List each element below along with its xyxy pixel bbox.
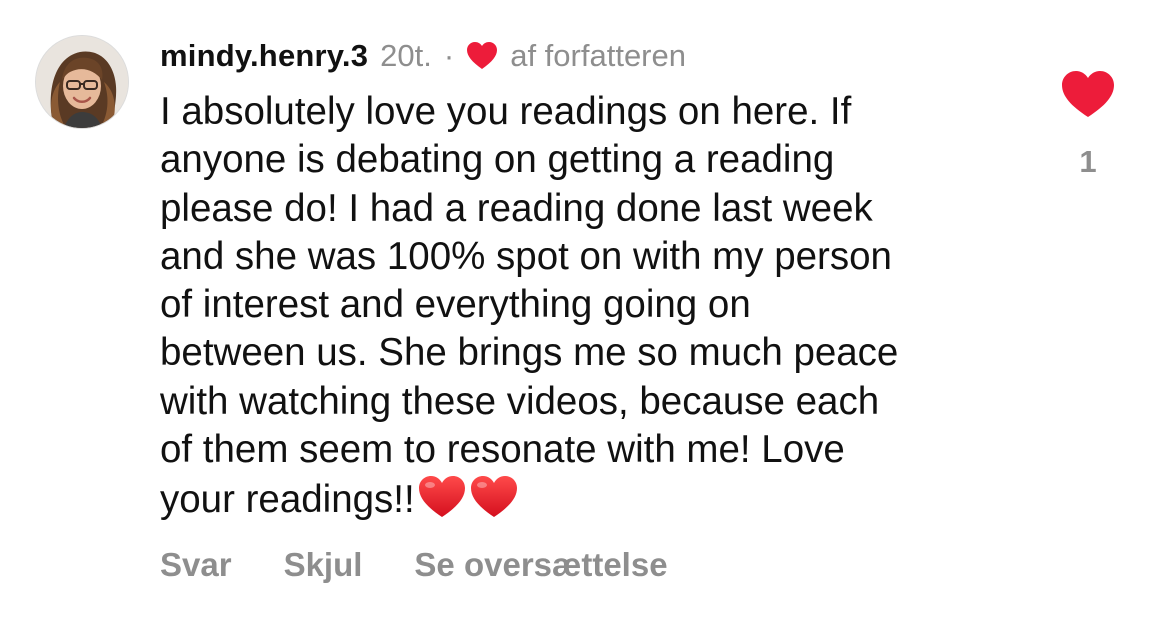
comment-text: I absolutely love you readings on here. … — [160, 88, 1020, 525]
comment-timestamp: 20t. — [380, 38, 432, 73]
comment-text-line: and she was 100% spot on with my person — [160, 234, 892, 278]
reply-button[interactable]: Svar — [160, 546, 232, 584]
like-area: 1 — [1058, 70, 1118, 180]
see-translation-button[interactable]: Se oversættelse — [414, 546, 667, 584]
liked-by-author-label: af forfatteren — [510, 38, 686, 73]
avatar-photo — [36, 36, 128, 128]
heart-filled-icon[interactable] — [1061, 70, 1115, 120]
comment-text-line: I absolutely love you readings on here. … — [160, 90, 852, 133]
comment-actions: Svar Skjul Se oversættelse — [160, 546, 720, 584]
avatar[interactable] — [36, 36, 128, 128]
comment-text-line: of interest and everything going on — [160, 283, 751, 327]
comment-text-line: anyone is debating on getting a reading — [160, 138, 835, 182]
comment-header: mindy.henry.3 20t. · af forfatteren — [160, 34, 686, 78]
hide-button[interactable]: Skjul — [284, 546, 363, 584]
red-heart-emoji-icon — [469, 474, 519, 520]
comment-text-line: of them seem to resonate with me! Love — [160, 428, 845, 472]
comment-text-line: your readings!! — [160, 478, 415, 522]
comment-text-line: please do! I had a reading done last wee… — [160, 186, 873, 230]
comment-item: mindy.henry.3 20t. · af forfatteren I ab… — [0, 0, 1170, 633]
comment-text-line: with watching these videos, because each — [160, 379, 880, 423]
heart-icon — [466, 41, 498, 71]
username-link[interactable]: mindy.henry.3 — [160, 38, 368, 74]
separator-dot: · — [443, 38, 455, 73]
comment-text-line-last: your readings!! — [160, 474, 1020, 524]
comment-text-line: between us. She brings me so much peace — [160, 331, 899, 375]
like-count: 1 — [1079, 144, 1097, 179]
red-heart-emoji-icon — [417, 474, 467, 520]
